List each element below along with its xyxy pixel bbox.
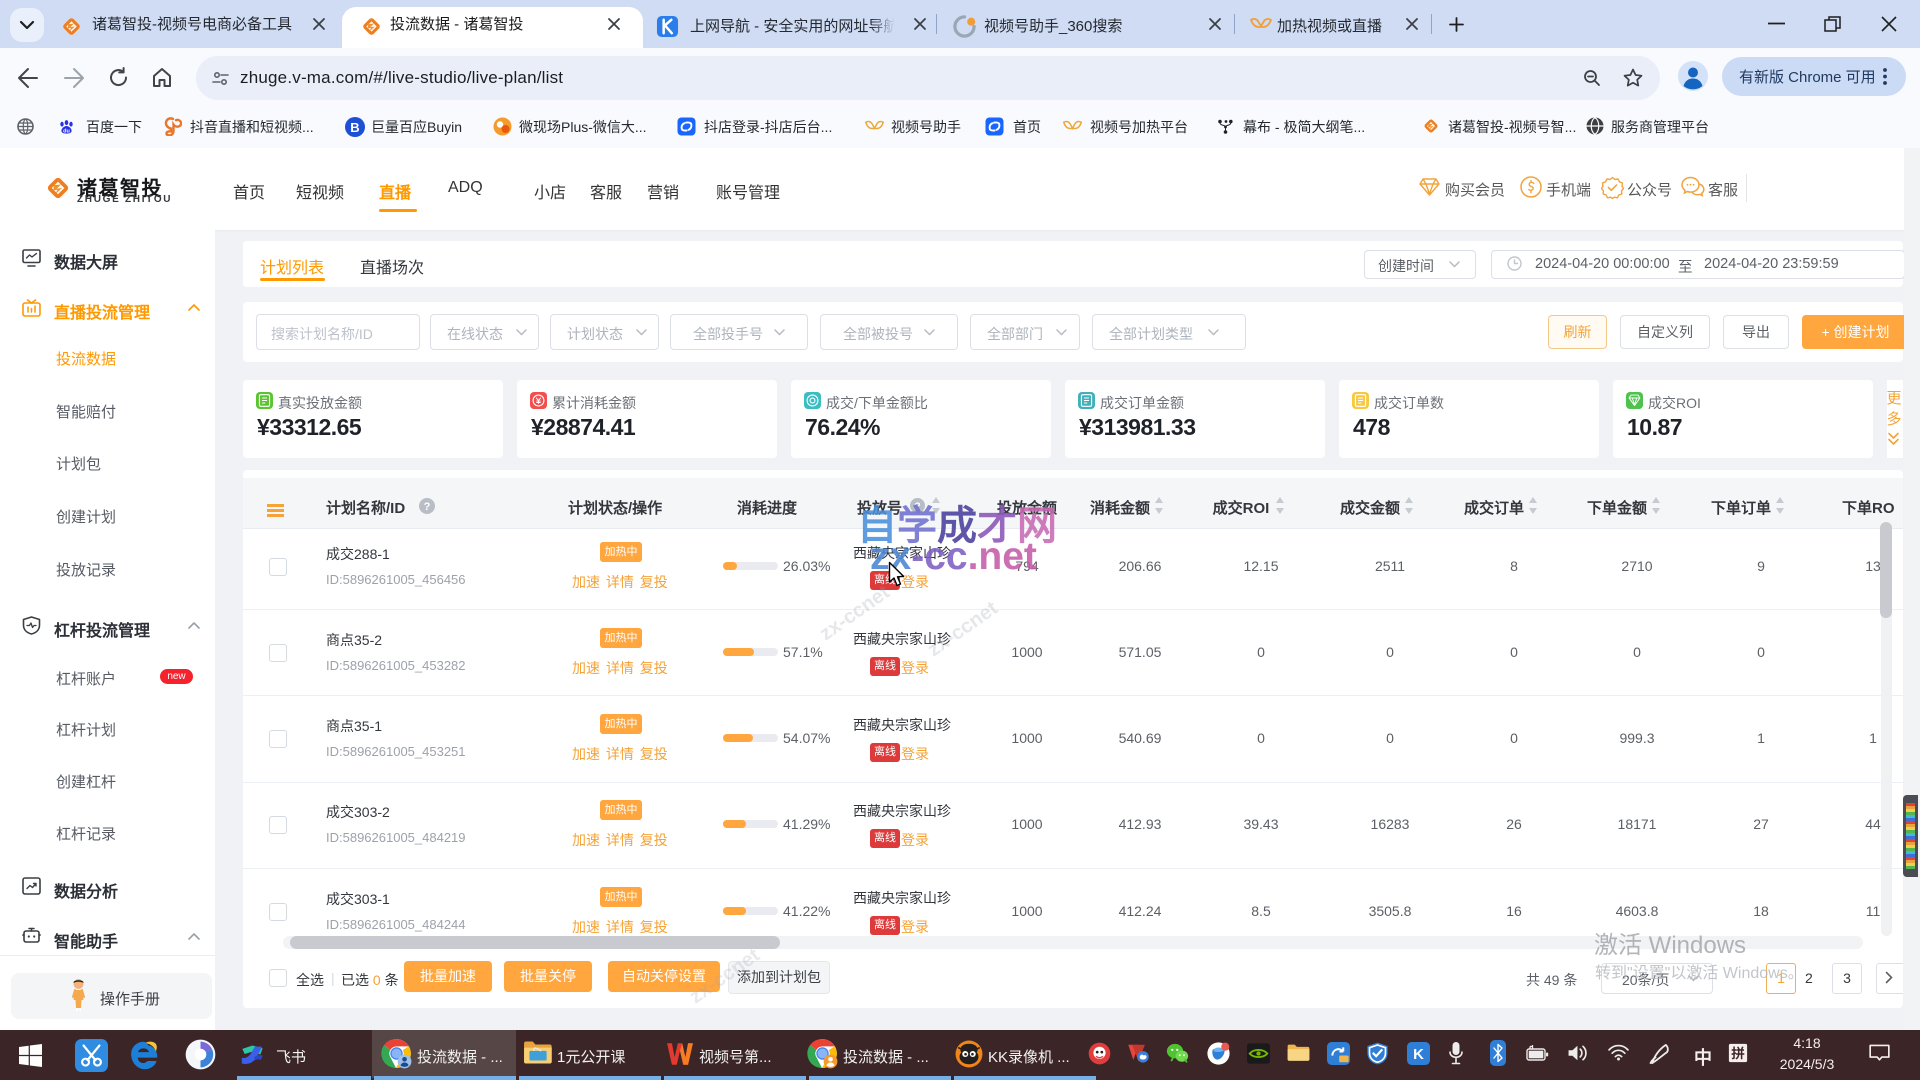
svg-text:B: B bbox=[350, 120, 359, 135]
svg-text:K: K bbox=[1413, 1047, 1424, 1063]
svg-text:拼: 拼 bbox=[1731, 1045, 1744, 1061]
svg-text:?: ? bbox=[424, 501, 431, 513]
svg-text:du: du bbox=[63, 128, 70, 134]
